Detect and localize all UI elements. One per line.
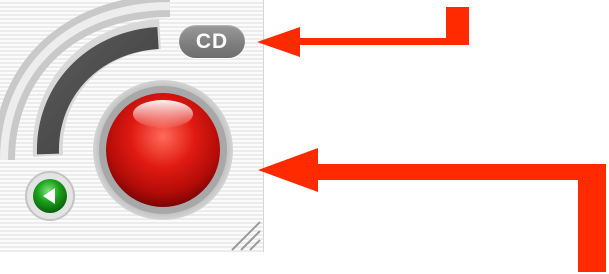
resize-grip-icon[interactable] — [231, 221, 261, 251]
record-button-icon[interactable] — [93, 80, 233, 220]
annotation-arrow-to-cd-badge — [257, 7, 469, 57]
recorder-window-panel: CD — [0, 0, 264, 252]
screenshot-stage: CD — [0, 0, 609, 274]
back-arrow-icon[interactable] — [25, 171, 75, 221]
annotation-arrow-to-record-button — [258, 148, 606, 272]
cd-badge[interactable]: CD — [179, 25, 245, 58]
